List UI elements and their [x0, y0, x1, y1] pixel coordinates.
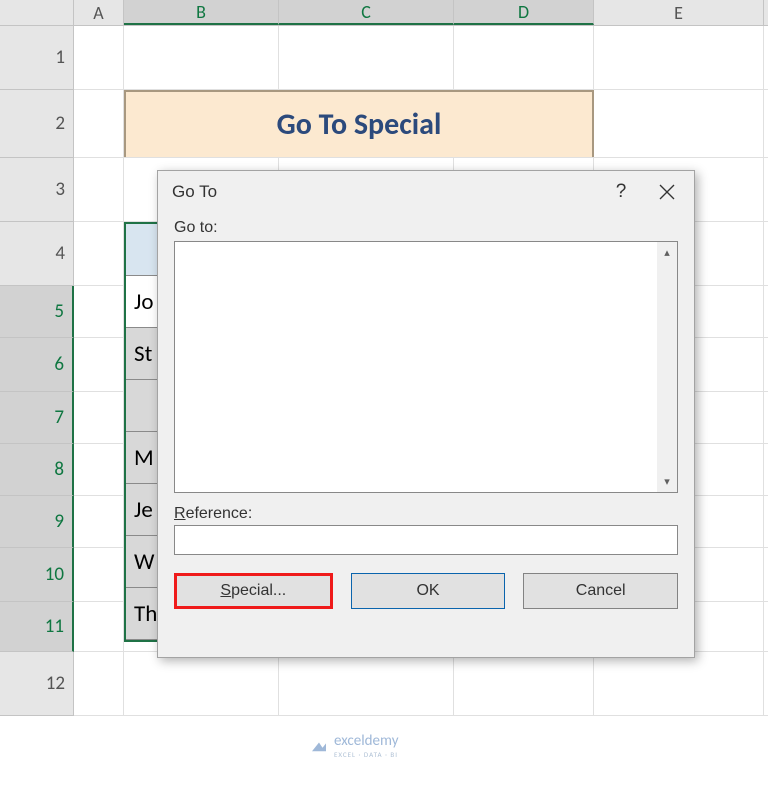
row-headers: 1 2 3 4 5 6 7 8 9 10 11 12 [0, 26, 74, 716]
help-button[interactable]: ? [598, 173, 644, 211]
reference-input[interactable] [174, 525, 678, 555]
select-all-corner[interactable] [0, 0, 74, 25]
dialog-title-text: Go To [172, 182, 598, 202]
row-header-12[interactable]: 12 [0, 652, 74, 716]
close-icon [659, 184, 675, 200]
column-headers: A B C D E [0, 0, 768, 26]
scrollbar[interactable]: ▴ ▾ [657, 242, 677, 492]
watermark-subtext: EXCEL · DATA · BI [334, 750, 398, 759]
col-header-B[interactable]: B [124, 0, 279, 25]
goto-listbox[interactable]: ▴ ▾ [174, 241, 678, 493]
col-header-A[interactable]: A [74, 0, 124, 25]
row-header-11[interactable]: 11 [0, 602, 74, 652]
row-header-5[interactable]: 5 [0, 286, 74, 338]
col-header-D[interactable]: D [454, 0, 594, 25]
special-button[interactable]: Special... [174, 573, 333, 609]
row-header-10[interactable]: 10 [0, 548, 74, 602]
spreadsheet-grid: A B C D E 1 2 3 4 5 6 7 8 9 10 11 12 [0, 0, 768, 790]
row-header-1[interactable]: 1 [0, 26, 74, 90]
scroll-down-icon[interactable]: ▾ [664, 475, 670, 488]
cancel-button[interactable]: Cancel [523, 573, 678, 609]
col-header-C[interactable]: C [279, 0, 454, 25]
col-header-E[interactable]: E [594, 0, 764, 25]
dialog-titlebar[interactable]: Go To ? [158, 171, 694, 213]
row-header-4[interactable]: 4 [0, 222, 74, 286]
reference-label: Reference: [174, 505, 678, 523]
goto-dialog: Go To ? Go to: ▴ ▾ Reference: Special...… [157, 170, 695, 658]
close-button[interactable] [644, 173, 690, 211]
watermark: exceldemy EXCEL · DATA · BI [310, 732, 398, 759]
row-header-6[interactable]: 6 [0, 338, 74, 392]
row-header-2[interactable]: 2 [0, 90, 74, 158]
watermark-text: exceldemy [334, 732, 398, 750]
scroll-up-icon[interactable]: ▴ [664, 246, 670, 259]
title-cell[interactable]: Go To Special [124, 90, 594, 157]
row-header-3[interactable]: 3 [0, 158, 74, 222]
row-header-7[interactable]: 7 [0, 392, 74, 444]
watermark-icon [310, 739, 328, 753]
row-header-8[interactable]: 8 [0, 444, 74, 496]
row-header-9[interactable]: 9 [0, 496, 74, 548]
ok-button[interactable]: OK [351, 573, 506, 609]
goto-label: Go to: [174, 219, 678, 237]
